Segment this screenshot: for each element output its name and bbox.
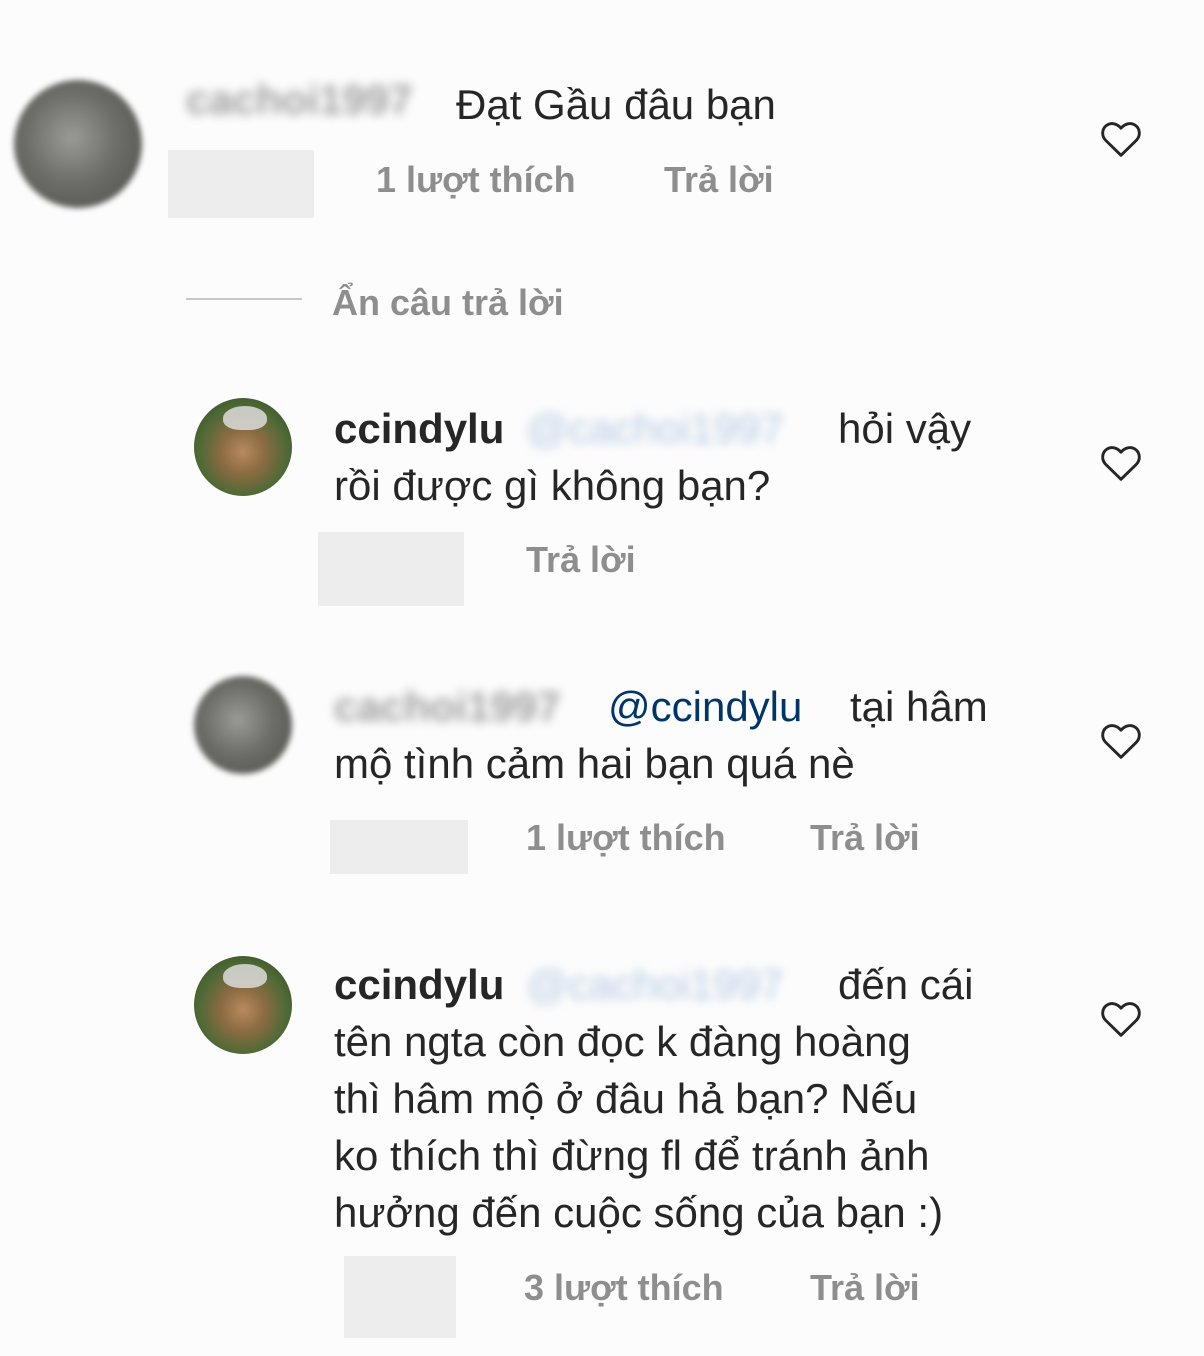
likes-count[interactable]: 1 lượt thích bbox=[526, 818, 726, 858]
timestamp-redacted bbox=[344, 1256, 456, 1338]
reply-button[interactable]: Trả lời bbox=[810, 1268, 920, 1308]
avatar[interactable] bbox=[14, 80, 142, 208]
comment-text-line: tại hâm bbox=[850, 683, 988, 730]
comment-text-line: hưởng đến cuộc sống của bạn :) bbox=[334, 1189, 944, 1236]
username[interactable]: ccindylu bbox=[334, 956, 504, 1013]
divider bbox=[186, 298, 302, 300]
heart-icon[interactable] bbox=[1099, 118, 1143, 158]
timestamp-redacted bbox=[330, 820, 468, 874]
reply-button[interactable]: Trả lời bbox=[664, 160, 774, 200]
username[interactable]: cachoi1997 bbox=[334, 678, 561, 735]
likes-count[interactable]: 1 lượt thích bbox=[376, 160, 576, 200]
heart-icon[interactable] bbox=[1099, 442, 1143, 482]
comment-text-line: ko thích thì đừng fl để tránh ảnh bbox=[334, 1132, 930, 1179]
comment-text-line: hỏi vậy bbox=[838, 405, 972, 452]
reply-button[interactable]: Trả lời bbox=[526, 540, 636, 580]
mention-link[interactable]: @cachoi1997 bbox=[526, 956, 783, 1013]
comment-text-line: tên ngta còn đọc k đàng hoàng bbox=[334, 1018, 911, 1065]
mention-link[interactable]: @cachoi1997 bbox=[526, 400, 783, 457]
heart-icon[interactable] bbox=[1099, 720, 1143, 760]
timestamp-redacted bbox=[318, 532, 464, 606]
heart-icon[interactable] bbox=[1099, 998, 1143, 1038]
hide-replies-button[interactable]: Ẩn câu trả lời bbox=[332, 282, 564, 324]
comment-text-line: mộ tình cảm hai bạn quá nè bbox=[334, 740, 855, 787]
comment-text-line: đến cái bbox=[838, 961, 974, 1008]
username[interactable]: cachoi1997 bbox=[186, 76, 413, 124]
reply-button[interactable]: Trả lời bbox=[810, 818, 920, 858]
mention-link[interactable]: @ccindylu bbox=[608, 678, 802, 735]
avatar[interactable] bbox=[194, 956, 292, 1054]
username[interactable]: ccindylu bbox=[334, 400, 504, 457]
avatar[interactable] bbox=[194, 676, 292, 774]
comment-text: Đạt Gầu đâu bạn bbox=[456, 81, 776, 128]
comment-text-line: thì hâm mộ ở đâu hả bạn? Nếu bbox=[334, 1075, 918, 1122]
avatar[interactable] bbox=[194, 398, 292, 496]
comment-text-line: rồi được gì không bạn? bbox=[334, 462, 771, 509]
likes-count[interactable]: 3 lượt thích bbox=[524, 1268, 724, 1308]
timestamp-redacted bbox=[168, 150, 314, 218]
